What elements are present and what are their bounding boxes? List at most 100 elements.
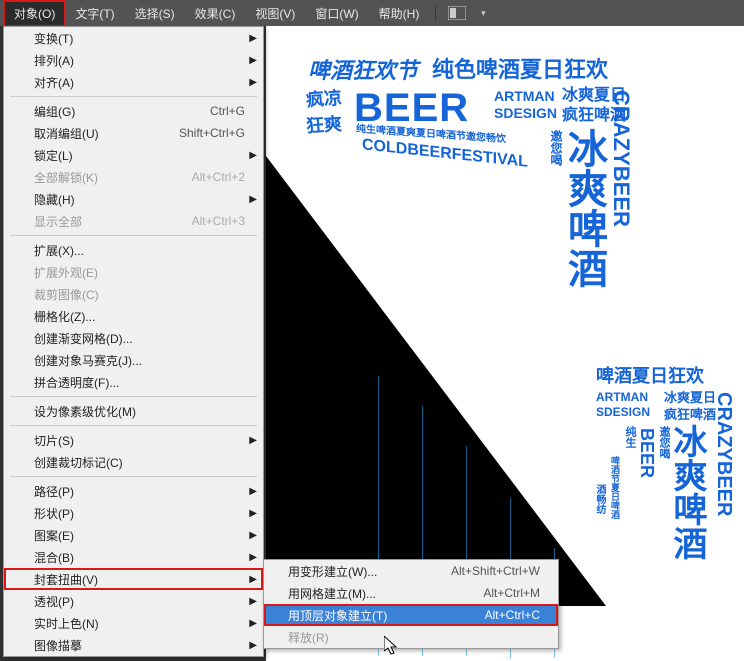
menu-shortcut: Ctrl+G (210, 104, 255, 118)
menu-item[interactable]: 切片(S) ▶ (4, 429, 263, 451)
menu-item-label: 创建裁切标记(C) (34, 454, 123, 471)
menu-item[interactable]: 拼合透明度(F)... (4, 371, 263, 393)
menu-item[interactable]: 栅格化(Z)... (4, 305, 263, 327)
menu-object[interactable]: 对象(O) (4, 1, 65, 26)
canvas-text: 啤酒节夏日啤酒 (610, 456, 619, 519)
black-shape (266, 156, 606, 606)
canvas-text: CRAZYBEER (610, 90, 632, 227)
canvas-text: 冰爽啤酒 (564, 128, 604, 288)
submenu-arrow-icon: ▶ (249, 596, 257, 607)
menu-shortcut: Alt+Shift+Ctrl+W (451, 564, 550, 578)
submenu-arrow-icon: ▶ (249, 435, 257, 446)
menu-item-label: 图像描摹 (34, 637, 82, 654)
dropdown-icon[interactable]: ▾ (472, 4, 494, 22)
menu-item[interactable]: 扩展(X)... (4, 239, 263, 261)
submenu-item[interactable]: 用顶层对象建立(T)Alt+Ctrl+C (264, 604, 558, 626)
menu-item-label: 锁定(L) (34, 147, 73, 164)
submenu-arrow-icon: ▶ (249, 552, 257, 563)
menu-item: 显示全部Alt+Ctrl+3 (4, 210, 263, 232)
menu-item[interactable]: 对齐(A) ▶ (4, 71, 263, 93)
menu-item-label: 变换(T) (34, 30, 73, 47)
menu-window[interactable]: 窗口(W) (305, 1, 368, 26)
menu-item[interactable]: 设为像素级优化(M) (4, 400, 263, 422)
menu-item[interactable]: 实时上色(N)▶ (4, 612, 263, 634)
canvas-text: 疯凉 (305, 89, 342, 109)
menu-item[interactable]: 路径(P) ▶ (4, 480, 263, 502)
menu-separator (10, 476, 257, 477)
submenu-arrow-icon: ▶ (249, 150, 257, 161)
doc-layout-icon[interactable] (446, 4, 468, 22)
canvas-text: 疯狂啤酒 (664, 408, 716, 421)
menu-select[interactable]: 选择(S) (125, 1, 185, 26)
submenu-arrow-icon: ▶ (249, 618, 257, 629)
menu-item[interactable]: 图像描摹 ▶ (4, 634, 263, 656)
menu-item: 裁剪图像(C) (4, 283, 263, 305)
menu-item-label: 图案(E) (34, 527, 74, 544)
submenu-arrow-icon: ▶ (249, 574, 257, 585)
canvas-text: ARTMAN (596, 391, 648, 403)
menu-effect[interactable]: 效果(C) (185, 1, 246, 26)
submenu-arrow-icon: ▶ (249, 33, 257, 44)
submenu-item-label: 用变形建立(W)... (288, 563, 377, 580)
menu-separator (10, 96, 257, 97)
menu-item-label: 创建对象马赛克(J)... (34, 352, 142, 369)
menu-item[interactable]: 排列(A) ▶ (4, 49, 263, 71)
menu-separator (10, 396, 257, 397)
menu-item-label: 裁剪图像(C) (34, 286, 99, 303)
menu-item: 扩展外观(E) (4, 261, 263, 283)
submenu-item[interactable]: 用变形建立(W)... Alt+Shift+Ctrl+W (264, 560, 558, 582)
canvas-text: 纯生 (624, 426, 635, 448)
submenu-item-label: 用顶层对象建立(T) (288, 607, 387, 624)
menu-help[interactable]: 帮助(H) (369, 1, 430, 26)
menu-item[interactable]: 创建渐变网格(D)... (4, 327, 263, 349)
canvas-text: 狂爽 (305, 115, 342, 135)
menu-item-label: 对齐(A) (34, 74, 74, 91)
menu-separator (10, 425, 257, 426)
canvas-text: 冰爽夏日 (664, 391, 716, 404)
menu-item-label: 全部解锁(K) (34, 169, 98, 186)
submenu-arrow-icon: ▶ (249, 486, 257, 497)
submenu-arrow-icon: ▶ (249, 55, 257, 66)
canvas-text: 酒畅纺 (594, 484, 604, 514)
menu-item-label: 排列(A) (34, 52, 74, 69)
menu-item[interactable]: 创建对象马赛克(J)... (4, 349, 263, 371)
canvas-text: 啤酒夏日狂欢 (596, 367, 704, 385)
canvas-text: BEER (354, 88, 469, 128)
menubar: 对象(O) 文字(T) 选择(S) 效果(C) 视图(V) 窗口(W) 帮助(H… (0, 0, 744, 26)
menu-item-label: 形状(P) (34, 505, 74, 522)
menu-shortcut: Alt+Ctrl+M (483, 586, 550, 600)
menu-item-label: 创建渐变网格(D)... (34, 330, 133, 347)
submenu-arrow-icon: ▶ (249, 640, 257, 651)
menu-item[interactable]: 创建裁切标记(C) (4, 451, 263, 473)
menu-item-label: 路径(P) (34, 483, 74, 500)
menu-item[interactable]: 变换(T) ▶ (4, 27, 263, 49)
menu-item[interactable]: 混合(B) ▶ (4, 546, 263, 568)
menu-item[interactable]: 编组(G)Ctrl+G (4, 100, 263, 122)
submenu-item[interactable]: 用网格建立(M)...Alt+Ctrl+M (264, 582, 558, 604)
canvas-text: 邀您喝 (550, 130, 562, 166)
submenu-item: 释放(R) (264, 626, 558, 648)
menu-item[interactable]: 透视(P)▶ (4, 590, 263, 612)
envelope-distort-submenu: 用变形建立(W)... Alt+Shift+Ctrl+W 用网格建立(M)...Al… (263, 559, 559, 649)
canvas-text: ARTMAN (494, 89, 555, 103)
menu-item-label: 切片(S) (34, 432, 74, 449)
menu-type[interactable]: 文字(T) (65, 1, 124, 26)
menu-item[interactable]: 封套扭曲(V) ▶ (4, 568, 263, 590)
menu-item[interactable]: 形状(P)▶ (4, 502, 263, 524)
menu-item-label: 封套扭曲(V) (34, 571, 98, 588)
menu-item-label: 隐藏(H) (34, 191, 75, 208)
menu-item[interactable]: 取消编组(U) Shift+Ctrl+G (4, 122, 263, 144)
menu-item-label: 栅格化(Z)... (34, 308, 95, 325)
submenu-arrow-icon: ▶ (249, 77, 257, 88)
menu-item[interactable]: 锁定(L) ▶ (4, 144, 263, 166)
menu-item-label: 拼合透明度(F)... (34, 374, 119, 391)
canvas-text: 啤酒狂欢节 (308, 60, 418, 82)
menu-item-label: 混合(B) (34, 549, 74, 566)
canvas-text: 邀您喝 (658, 426, 669, 459)
menu-item[interactable]: 图案(E)▶ (4, 524, 263, 546)
menu-item-label: 取消编组(U) (34, 125, 99, 142)
menu-shortcut: Alt+Ctrl+3 (192, 214, 255, 228)
menu-shortcut: Shift+Ctrl+G (179, 126, 255, 140)
menu-item[interactable]: 隐藏(H)▶ (4, 188, 263, 210)
menu-view[interactable]: 视图(V) (245, 1, 305, 26)
